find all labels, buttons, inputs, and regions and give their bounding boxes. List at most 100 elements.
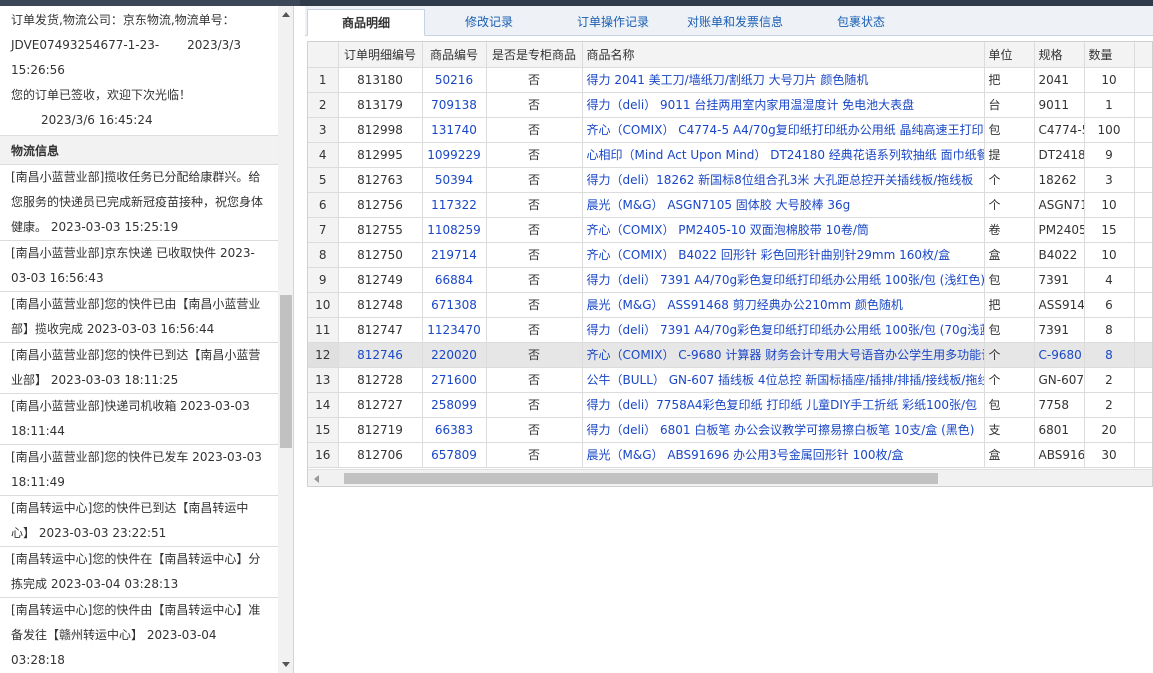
table-row[interactable]: 8 812750 219714 否齐心（COMIX） B4022 回形针 彩色回形针曲… bbox=[308, 242, 1152, 268]
cell-product-name[interactable]: 心相印（Mind Act Upon Mind） DT24180 经典花语系列软抽… bbox=[582, 142, 985, 168]
cell-unit: 个 bbox=[984, 192, 1035, 218]
cell-product-name[interactable]: 得力（deli）18262 新国标8位组合孔3米 大孔距总控开关插线板/拖线板 bbox=[582, 167, 985, 193]
cell-product-name[interactable]: 得力（deli） 6801 白板笔 办公会议教学可擦易擦白板笔 10支/盒 (黑… bbox=[582, 417, 985, 443]
header-spec[interactable]: 规格 bbox=[1034, 42, 1085, 68]
cell-product-id[interactable]: 50216 bbox=[422, 67, 487, 93]
cell-detail-id: 812995 bbox=[338, 142, 423, 168]
cell-product-name[interactable]: 齐心（COMIX） C-9680 计算器 财务会计专用大号语音办公学生用多功能计 bbox=[582, 342, 985, 368]
cell-product-name[interactable]: 齐心（COMIX） C4774-5 A4/70g复印纸打印纸办公用纸 晶纯高速王… bbox=[582, 117, 985, 143]
cell-product-name[interactable]: 得力（deli）7758A4彩色复印纸 打印纸 儿童DIY手工折纸 彩纸100张… bbox=[582, 392, 985, 418]
cell-product-name[interactable]: 晨光（M&G） ASS91468 剪刀经典办公210mm 颜色随机 bbox=[582, 292, 985, 318]
table-row[interactable]: 16 812706 657809 否晨光（M&G） ABS91696 办公用3号金属回… bbox=[308, 442, 1152, 468]
cell-detail-id: 812750 bbox=[338, 242, 423, 268]
table-row[interactable]: 14 812727 258099 否得力（deli）7758A4彩色复印纸 打印纸 儿… bbox=[308, 392, 1152, 418]
cell-product-id[interactable]: 220020 bbox=[422, 342, 487, 368]
cell-product-name[interactable]: 齐心（COMIX） PM2405-10 双面泡棉胶带 10卷/筒 bbox=[582, 217, 985, 243]
cell-spec: C-9680 bbox=[1034, 342, 1085, 368]
cell-counter-product: 否 bbox=[486, 342, 583, 368]
cell-product-name[interactable]: 公牛（BULL） GN-607 插线板 4位总控 新国标插座/插排/排插/接线板… bbox=[582, 367, 985, 393]
logistics-section-title: 物流信息 bbox=[0, 135, 278, 165]
cell-product-id[interactable]: 66884 bbox=[422, 267, 487, 293]
horizontal-scrollbar[interactable] bbox=[308, 469, 1152, 486]
cell-detail-id: 812755 bbox=[338, 217, 423, 243]
vertical-scrollbar[interactable] bbox=[278, 6, 293, 673]
cell-product-id[interactable]: 657809 bbox=[422, 442, 487, 468]
cell-unit: 把 bbox=[984, 67, 1035, 93]
cell-detail-id: 812728 bbox=[338, 367, 423, 393]
tab-product-details[interactable]: 商品明细 bbox=[307, 9, 425, 36]
table-row[interactable]: 10 812748 671308 否晨光（M&G） ASS91468 剪刀经典办公21… bbox=[308, 292, 1152, 318]
table-row[interactable]: 12 812746 220020 否齐心（COMIX） C-9680 计算器 财务会计… bbox=[308, 342, 1152, 368]
cell-detail-id: 812998 bbox=[338, 117, 423, 143]
row-number: 9 bbox=[308, 267, 339, 293]
scroll-up-button[interactable] bbox=[278, 6, 293, 23]
cell-spec: 2041 bbox=[1034, 67, 1085, 93]
horizontal-scroll-thumb[interactable] bbox=[344, 473, 938, 484]
cell-product-id[interactable]: 1099229 bbox=[422, 142, 487, 168]
cell-quantity: 4 bbox=[1084, 267, 1135, 293]
header-detail-id[interactable]: 订单明细编号 bbox=[338, 42, 423, 68]
cell-spec: 18262 bbox=[1034, 167, 1085, 193]
cell-detail-id: 813180 bbox=[338, 67, 423, 93]
cell-product-id[interactable]: 131740 bbox=[422, 117, 487, 143]
scroll-thumb[interactable] bbox=[280, 295, 292, 448]
cell-product-name[interactable]: 得力（deli） 7391 A4/70g彩色复印纸打印纸办公用纸 100张/包 … bbox=[582, 317, 985, 343]
cell-product-id[interactable]: 50394 bbox=[422, 167, 487, 193]
table-row[interactable]: 13 812728 271600 否公牛（BULL） GN-607 插线板 4位总控 … bbox=[308, 367, 1152, 393]
cell-product-name[interactable]: 晨光（M&G） ASGN7105 固体胶 大号胶棒 36g bbox=[582, 192, 985, 218]
cell-product-id[interactable]: 117322 bbox=[422, 192, 487, 218]
cell-counter-product: 否 bbox=[486, 292, 583, 318]
cell-quantity: 9 bbox=[1084, 142, 1135, 168]
table-row[interactable]: 7 812755 1108259 否齐心（COMIX） PM2405-10 双面泡棉胶… bbox=[308, 217, 1152, 243]
cell-unit: 支 bbox=[984, 417, 1035, 443]
table-row[interactable]: 15 812719 66383 否得力（deli） 6801 白板笔 办公会议教学可擦… bbox=[308, 417, 1152, 443]
cell-product-name[interactable]: 得力 2041 美工刀/墙纸刀/割纸刀 大号刀片 颜色随机 bbox=[582, 67, 985, 93]
table-row[interactable]: 3 812998 131740 否齐心（COMIX） C4774-5 A4/70g复印… bbox=[308, 117, 1152, 143]
table-row[interactable]: 1 813180 50216 否得力 2041 美工刀/墙纸刀/割纸刀 大号刀片 颜色… bbox=[308, 67, 1152, 93]
cell-product-id[interactable]: 1108259 bbox=[422, 217, 487, 243]
cell-spec: 6801 bbox=[1034, 417, 1085, 443]
cell-product-name[interactable]: 晨光（M&G） ABS91696 办公用3号金属回形针 100枚/盒 bbox=[582, 442, 985, 468]
cell-product-id[interactable]: 66383 bbox=[422, 417, 487, 443]
cell-product-id[interactable]: 271600 bbox=[422, 367, 487, 393]
cell-unit: 卷 bbox=[984, 217, 1035, 243]
cell-counter-product: 否 bbox=[486, 142, 583, 168]
tab-modification-log[interactable]: 修改记录 bbox=[435, 9, 543, 36]
table-row[interactable]: 2 813179 709138 否得力（deli） 9011 台挂两用室内家用温湿度计… bbox=[308, 92, 1152, 118]
scroll-left-icon[interactable] bbox=[314, 475, 319, 483]
cell-counter-product: 否 bbox=[486, 192, 583, 218]
scroll-down-button[interactable] bbox=[278, 656, 293, 673]
cell-product-name[interactable]: 齐心（COMIX） B4022 回形针 彩色回形针曲别针29mm 160枚/盒 bbox=[582, 242, 985, 268]
cell-product-name[interactable]: 得力（deli） 7391 A4/70g彩色复印纸打印纸办公用纸 100张/包 … bbox=[582, 267, 985, 293]
cell-product-id[interactable]: 258099 bbox=[422, 392, 487, 418]
row-number: 2 bbox=[308, 92, 339, 118]
logistics-entry: [南昌小蓝营业部]京东快递 已收取快件 2023-03-03 16:56:43 bbox=[0, 241, 278, 292]
table-row[interactable]: 6 812756 117322 否晨光（M&G） ASGN7105 固体胶 大号胶棒 … bbox=[308, 192, 1152, 218]
cell-extra bbox=[1134, 442, 1152, 468]
status-shipped-text: 订单发货,物流公司：京东物流,物流单号： bbox=[11, 13, 235, 27]
table-row[interactable]: 5 812763 50394 否得力（deli）18262 新国标8位组合孔3米 大孔… bbox=[308, 167, 1152, 193]
header-product-name[interactable]: 商品名称 bbox=[582, 42, 985, 68]
cell-product-id[interactable]: 1123470 bbox=[422, 317, 487, 343]
logistics-entry: [南昌转运中心]您的快件已到达【南昌转运中心】 2023-03-03 23:22… bbox=[0, 496, 278, 547]
header-product-id[interactable]: 商品编号 bbox=[422, 42, 487, 68]
cell-unit: 包 bbox=[984, 117, 1035, 143]
header-quantity[interactable]: 数量 bbox=[1084, 42, 1135, 68]
table-row[interactable]: 11 812747 1123470 否得力（deli） 7391 A4/70g彩色复印… bbox=[308, 317, 1152, 343]
header-counter-product[interactable]: 是否是专柜商品 bbox=[486, 42, 583, 68]
table-header-row: 订单明细编号 商品编号 是否是专柜商品 商品名称 单位 规格 数量 bbox=[308, 42, 1152, 68]
cell-extra bbox=[1134, 417, 1152, 443]
cell-product-id[interactable]: 219714 bbox=[422, 242, 487, 268]
header-unit[interactable]: 单位 bbox=[984, 42, 1035, 68]
cell-product-name[interactable]: 得力（deli） 9011 台挂两用室内家用温湿度计 免电池大表盘 bbox=[582, 92, 985, 118]
tracking-number: JDVE07493254677-1-23- bbox=[11, 38, 160, 52]
tab-order-operation-log[interactable]: 订单操作记录 bbox=[561, 9, 665, 36]
cell-product-id[interactable]: 671308 bbox=[422, 292, 487, 318]
cell-product-id[interactable]: 709138 bbox=[422, 92, 487, 118]
table-row[interactable]: 4 812995 1099229 否心相印（Mind Act Upon Mind） D… bbox=[308, 142, 1152, 168]
table-row[interactable]: 9 812749 66884 否得力（deli） 7391 A4/70g彩色复印纸打印… bbox=[308, 267, 1152, 293]
logistics-content: 订单发货,物流公司：京东物流,物流单号： JDVE07493254677-1-2… bbox=[0, 6, 278, 673]
tab-package-status[interactable]: 包裹状态 bbox=[817, 9, 905, 36]
tab-statement-invoice[interactable]: 对账单和发票信息 bbox=[677, 9, 793, 36]
cell-spec: C4774-5 bbox=[1034, 117, 1085, 143]
